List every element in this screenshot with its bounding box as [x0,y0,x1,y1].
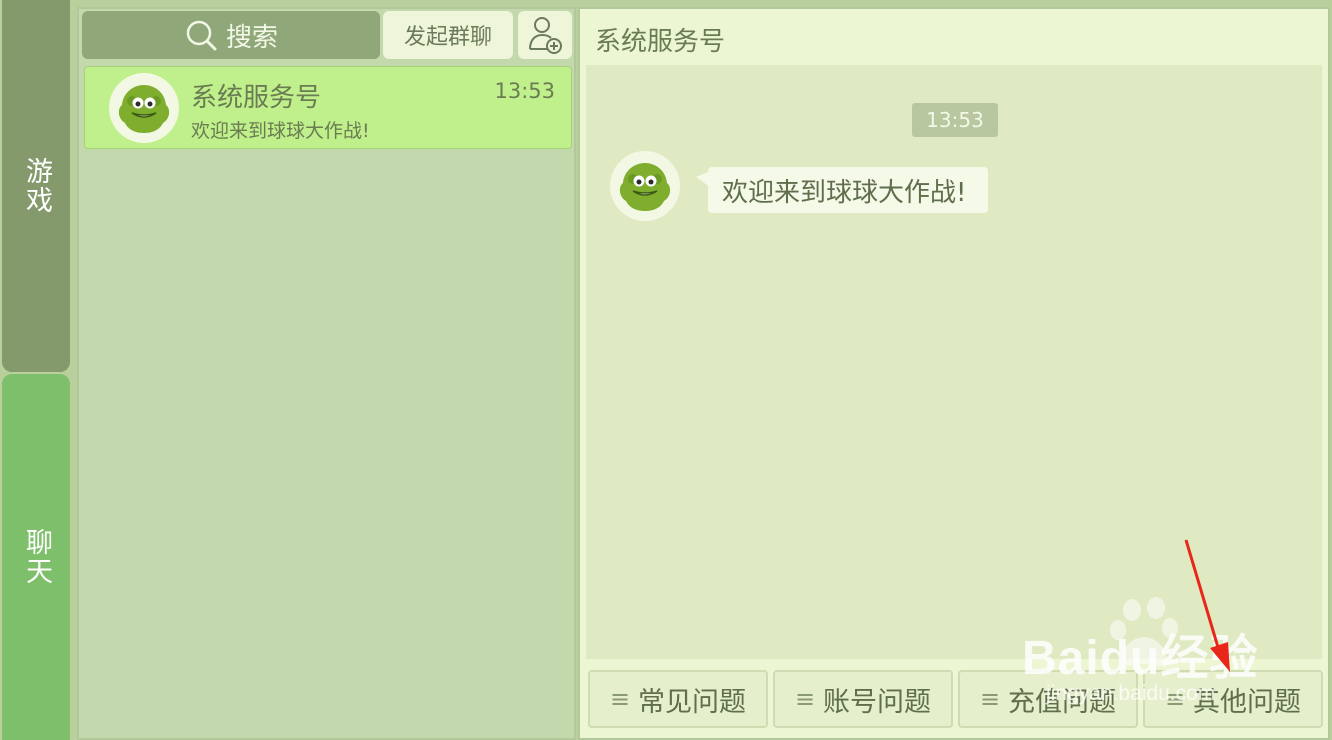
sidebar-tab-game[interactable]: 游戏 [2,0,70,372]
quick-reply-label: 常见问题 [638,686,747,718]
menu-icon: ≡ [794,685,816,713]
sidebar-tab-chat[interactable]: 聊天 [2,374,70,740]
add-friend-button[interactable] [518,11,572,59]
message-timestamp: 13:53 [912,103,998,137]
add-friend-icon [529,17,562,54]
avatar [109,73,179,143]
chat-item-preview: 欢迎来到球球大作战! [191,120,370,142]
search-button[interactable]: 搜索 [82,11,380,59]
quick-reply-label: 账号问题 [823,686,932,718]
green-monster-icon [118,85,170,133]
message-bubble: 欢迎来到球球大作战! [695,167,989,213]
chat-item-time: 13:53 [494,79,555,103]
sender-avatar[interactable] [610,151,680,221]
green-monster-icon [619,163,671,211]
watermark-url: jingyan.baidu.com [1046,682,1216,705]
conversation-list-panel: 搜索 发起群聊 系统服务号 欢迎来到球球大作战! 13:53 [77,7,576,740]
chat-list-item[interactable]: 系统服务号 欢迎来到球球大作战! 13:53 [84,66,572,149]
menu-icon: ≡ [609,685,631,713]
chat-item-name: 系统服务号 [191,83,322,113]
search-icon [186,20,217,51]
quick-reply-account[interactable]: ≡ 账号问题 [773,670,953,728]
start-group-chat-button[interactable]: 发起群聊 [383,11,513,59]
search-label: 搜索 [225,22,278,53]
conversation-title: 系统服务号 [595,27,726,57]
menu-icon: ≡ [979,685,1001,713]
quick-reply-faq[interactable]: ≡ 常见问题 [588,670,768,728]
red-annotation-arrow-icon [1184,539,1230,672]
